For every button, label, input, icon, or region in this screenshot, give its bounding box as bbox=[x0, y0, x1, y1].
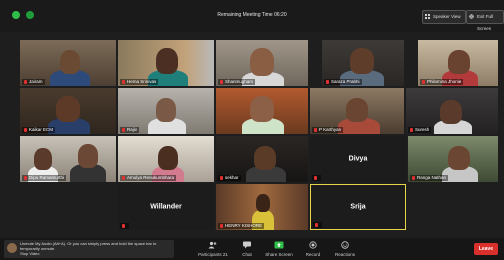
participant-name: Willander bbox=[150, 203, 182, 211]
participant-tile[interactable]: HENRY KISHORE bbox=[216, 184, 308, 230]
participant-name: P Karthyan bbox=[319, 127, 342, 132]
reactions-button[interactable]: Reactions bbox=[330, 241, 360, 257]
participant-tile[interactable]: Jairam bbox=[20, 40, 116, 86]
participant-tile[interactable]: Kaikar ECM bbox=[20, 88, 116, 134]
participant-tile[interactable]: sekhar bbox=[216, 136, 308, 182]
participant-tile[interactable]: Dipu Ramamurthi bbox=[20, 136, 116, 182]
reactions-icon bbox=[341, 241, 349, 249]
participant-tile-active-speaker[interactable]: Srija bbox=[310, 184, 406, 230]
muted-mic-icon bbox=[412, 175, 415, 180]
muted-mic-icon bbox=[314, 175, 317, 180]
speaker-view-button[interactable]: Speaker View bbox=[422, 10, 466, 24]
leave-button[interactable]: Leave bbox=[473, 243, 498, 255]
muted-mic-icon bbox=[24, 79, 27, 84]
participant-tile[interactable]: Shanmugham bbox=[216, 40, 308, 86]
participant-tile[interactable]: P Karthyan bbox=[310, 88, 404, 134]
muted-mic-icon bbox=[122, 127, 125, 132]
participant-name: Dipu Ramamurthi bbox=[29, 175, 65, 180]
muted-mic-icon bbox=[315, 222, 318, 227]
chat-button[interactable]: Chat bbox=[232, 241, 262, 257]
participant-name: Rajiv bbox=[127, 127, 138, 132]
video-grid: Jairam Hema Srinivas Shanmugham Saraza P… bbox=[0, 32, 504, 238]
muted-mic-icon bbox=[122, 223, 125, 228]
participant-name: HENRY KISHORE bbox=[225, 223, 263, 228]
muted-mic-icon bbox=[122, 79, 125, 84]
record-icon bbox=[309, 241, 317, 249]
muted-mic-icon bbox=[422, 79, 425, 84]
muted-mic-icon bbox=[220, 79, 223, 84]
participant-tile[interactable]: Rajiv bbox=[118, 88, 214, 134]
participant-tile[interactable]: Hema Srinivas bbox=[118, 40, 214, 86]
participant-name: Jairam bbox=[29, 79, 43, 84]
participant-name: Shanmugham bbox=[225, 79, 254, 84]
muted-mic-icon bbox=[24, 127, 27, 132]
participants-count: 21 bbox=[222, 252, 228, 257]
participants-icon bbox=[208, 241, 217, 249]
participant-name: Srija bbox=[350, 203, 366, 211]
muted-mic-icon bbox=[326, 79, 329, 84]
participant-name: Hema Srinivas bbox=[127, 79, 157, 84]
participant-name: Philomina Jhonie bbox=[427, 79, 462, 84]
share-screen-icon bbox=[274, 241, 284, 249]
participant-name: Ranga Nathan bbox=[417, 175, 447, 180]
share-screen-button[interactable]: Share Screen bbox=[264, 241, 294, 257]
participant-tile[interactable]: Amulya Renukumbhara bbox=[118, 136, 214, 182]
top-bar: Remaining Meeting Time 06:20 Speaker Vie… bbox=[0, 0, 504, 32]
participant-tile[interactable]: Saraza Prabhi bbox=[322, 40, 404, 86]
record-button[interactable]: Record bbox=[298, 241, 328, 257]
participant-name: Kaikar ECM bbox=[29, 127, 54, 132]
stop-video-label[interactable]: Stop Video bbox=[20, 251, 172, 256]
participant-tile[interactable]: Willander bbox=[118, 184, 214, 230]
participant-name: Saraza Prabhi bbox=[331, 79, 360, 84]
participant-name: Amulya Renukumbhara bbox=[127, 175, 175, 180]
participant-tile[interactable]: Philomina Jhonie bbox=[418, 40, 498, 86]
exit-fullscreen-button[interactable]: Exit Full Screen bbox=[466, 10, 504, 31]
participant-name: Divya bbox=[348, 155, 368, 163]
muted-mic-icon bbox=[220, 175, 223, 180]
participant-tile[interactable]: Suresh bbox=[406, 88, 498, 134]
muted-mic-icon bbox=[220, 223, 223, 228]
muted-mic-icon bbox=[24, 175, 27, 180]
participant-name: Suresh bbox=[415, 127, 430, 132]
muted-mic-icon bbox=[314, 127, 317, 132]
notice-text: Unmute My Audio (Alt+A). Or you can simp… bbox=[20, 241, 157, 251]
chat-icon bbox=[243, 241, 251, 249]
participant-tile[interactable]: Divya bbox=[310, 136, 406, 182]
avatar bbox=[7, 243, 17, 253]
participants-button[interactable]: Participants 21 bbox=[198, 241, 228, 257]
participant-tile[interactable] bbox=[216, 88, 308, 134]
unmute-notice: Unmute My Audio (Alt+A). Or you can simp… bbox=[4, 240, 174, 258]
grid-icon bbox=[425, 14, 430, 19]
participant-name: sekhar bbox=[225, 175, 239, 180]
muted-mic-icon bbox=[410, 127, 413, 132]
participant-tile[interactable]: Ranga Nathan bbox=[408, 136, 498, 182]
exit-fullscreen-icon bbox=[469, 14, 474, 19]
muted-mic-icon bbox=[122, 175, 125, 180]
